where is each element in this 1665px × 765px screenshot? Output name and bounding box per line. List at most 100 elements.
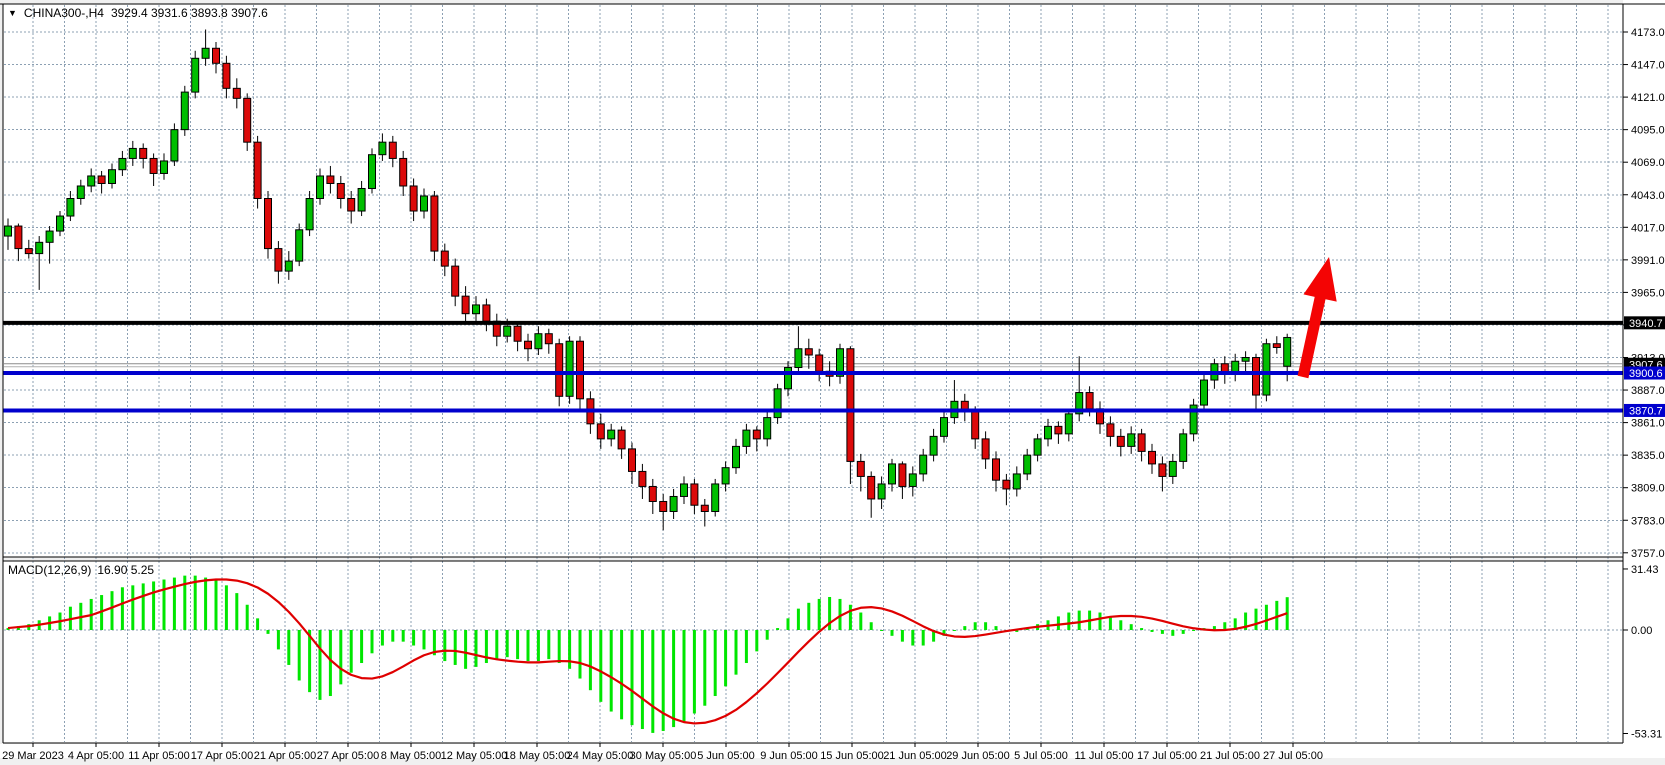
macd-bar (516, 630, 519, 659)
macd-bar (537, 630, 540, 661)
candle-body (431, 196, 438, 251)
candle-body (545, 334, 552, 344)
price-label: 3757.0 (1631, 548, 1665, 560)
candle-body (36, 242, 43, 253)
candle-body (753, 430, 760, 439)
mt4-chart-window: 4173.04147.04121.04095.04069.04043.04017… (0, 0, 1665, 765)
macd-bar (142, 583, 145, 630)
macd-bar (475, 630, 478, 667)
candle-body (597, 424, 604, 439)
candle-body (46, 231, 53, 242)
macd-bar (662, 630, 665, 731)
candle-body (805, 349, 812, 355)
macd-bar (277, 630, 280, 649)
candle-body (389, 142, 396, 158)
macd-bar (963, 626, 966, 630)
price-label: 4069.0 (1631, 157, 1665, 169)
date-label: 15 Jun 05:00 (820, 750, 884, 762)
candle-body (764, 418, 771, 439)
candle-body (1065, 414, 1072, 434)
macd-bar (1192, 630, 1195, 631)
candle-body (337, 183, 344, 198)
macd-bar (371, 630, 374, 653)
date-label: 29 Mar 2023 (2, 750, 64, 762)
candle-body (556, 344, 563, 397)
candle-body (285, 261, 292, 271)
macd-bar (787, 618, 790, 630)
candle-body (1086, 393, 1093, 409)
price-badge-label: 3870.7 (1629, 405, 1663, 417)
macd-bar (308, 630, 311, 692)
main-pane[interactable] (3, 4, 1623, 557)
candle-body (379, 142, 386, 155)
candle-body (254, 142, 261, 198)
date-label: 18 May 05:00 (504, 750, 571, 762)
candle-body (400, 158, 407, 186)
candle-body (1169, 461, 1176, 476)
candle-body (77, 186, 84, 199)
chart-canvas[interactable]: 4173.04147.04121.04095.04069.04043.04017… (0, 0, 1665, 765)
macd-bar (391, 630, 394, 642)
date-label: 8 May 05:00 (381, 750, 442, 762)
macd-bar (111, 591, 114, 630)
macd-bar (1161, 630, 1164, 634)
date-label: 12 May 05:00 (441, 750, 508, 762)
candle-body (171, 130, 178, 161)
macd-bar (443, 630, 446, 661)
macd-bar (745, 630, 748, 663)
macd-bar (339, 630, 342, 684)
candle-body (473, 305, 480, 314)
candle-body (410, 186, 417, 211)
macd-bar (1140, 628, 1143, 630)
candle-body (514, 326, 521, 341)
candle-body (306, 199, 313, 230)
macd-bar (693, 630, 696, 713)
candle-body (1034, 439, 1041, 455)
macd-bar (880, 630, 883, 631)
candle-body (795, 349, 802, 368)
candle-body (1045, 426, 1052, 439)
macd-bar (651, 630, 654, 733)
macd-bar (1265, 605, 1268, 630)
macd-bar (558, 630, 561, 663)
candle-body (233, 88, 240, 98)
price-label: 3861.0 (1631, 418, 1665, 430)
candle-body (1117, 436, 1124, 446)
macd-bar (797, 609, 800, 630)
macd-pane[interactable] (3, 561, 1623, 743)
candle-body (712, 484, 719, 512)
candle-body (275, 249, 282, 272)
macd-bar (131, 585, 134, 630)
candle-body (993, 459, 1000, 480)
candle-body (868, 476, 875, 499)
price-label: 4095.0 (1631, 125, 1665, 137)
candle-body (1024, 455, 1031, 474)
candle-body (504, 326, 511, 336)
macd-bar (1078, 611, 1081, 630)
macd-bar (246, 605, 249, 630)
macd-bar (849, 605, 852, 630)
macd-bar (225, 585, 228, 630)
price-label: 4043.0 (1631, 190, 1665, 202)
macd-bar (672, 630, 675, 727)
candle-body (930, 436, 937, 455)
candle-body (972, 411, 979, 439)
candle-body (1273, 344, 1280, 348)
candle-body (608, 430, 615, 439)
date-label: 21 Jun 05:00 (883, 750, 947, 762)
candle-body (369, 155, 376, 189)
macd-bar (901, 630, 904, 642)
date-label: 29 Jun 05:00 (946, 750, 1010, 762)
macd-bar (194, 576, 197, 630)
candle-body (691, 484, 698, 505)
price-badge-label: 3900.6 (1629, 368, 1663, 380)
candle-body (1149, 451, 1156, 464)
candle-body (202, 48, 209, 58)
candle-body (701, 505, 708, 511)
macd-bar (891, 630, 894, 636)
price-label: 3783.0 (1631, 515, 1665, 527)
macd-bar (287, 630, 290, 665)
macd-bar (974, 622, 977, 630)
candle-body (98, 176, 105, 184)
macd-bar (870, 622, 873, 630)
